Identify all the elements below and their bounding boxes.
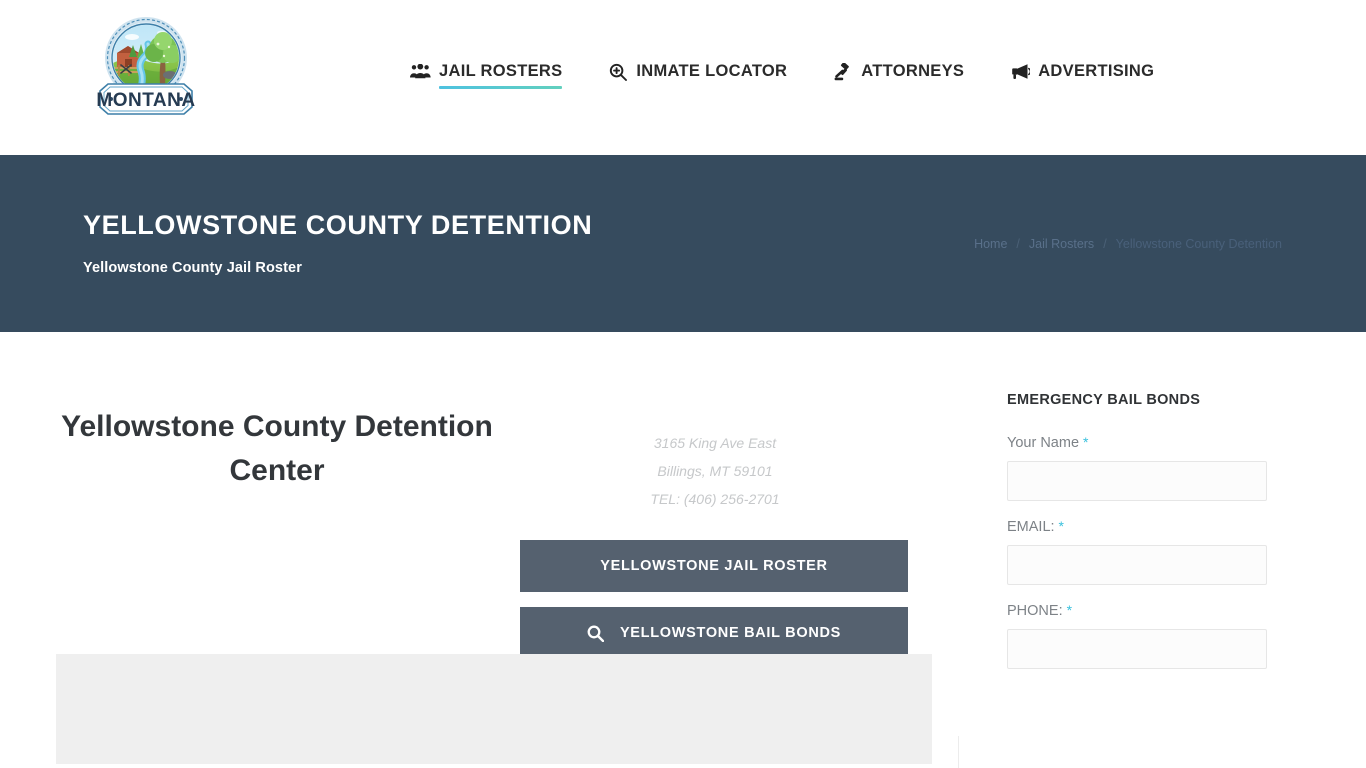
- jail-roster-button-label: YELLOWSTONE JAIL ROSTER: [600, 558, 828, 574]
- breadcrumb-separator: /: [1016, 237, 1020, 251]
- required-marker: *: [1083, 434, 1089, 450]
- your-name-label-text: Your Name: [1007, 435, 1080, 451]
- nav-label-attorneys: ATTORNEYS: [861, 62, 965, 80]
- breadcrumb-separator: /: [1103, 237, 1107, 251]
- phone-input[interactable]: [1007, 629, 1267, 669]
- your-name-input[interactable]: [1007, 461, 1267, 501]
- sidebar-divider: [958, 736, 959, 768]
- email-label-text: EMAIL:: [1007, 519, 1055, 535]
- page-banner: YELLOWSTONE COUNTY DETENTION Yellowstone…: [0, 155, 1366, 332]
- bail-bonds-button-label: YELLOWSTONE BAIL BONDS: [619, 625, 842, 641]
- email-label: EMAIL: *: [1007, 518, 1269, 535]
- required-marker: *: [1058, 518, 1064, 534]
- nav-label-inmate-locator: INMATE LOCATOR: [636, 62, 788, 80]
- content-placeholder-panel: [56, 654, 932, 764]
- field-group-your-name: Your Name *: [1007, 434, 1269, 501]
- field-group-phone: PHONE: *: [1007, 602, 1269, 669]
- emergency-bail-bonds-sidebar: EMERGENCY BAIL BONDS Your Name * EMAIL: * …: [1007, 392, 1269, 686]
- field-group-email: EMAIL: *: [1007, 518, 1269, 585]
- action-button-group: YELLOWSTONE JAIL ROSTER YELLOWSTONE BAIL…: [520, 540, 908, 659]
- address-phone: TEL: (406) 256-2701: [650, 491, 780, 507]
- nav-item-jail-rosters[interactable]: JAIL ROSTERS: [410, 62, 563, 91]
- page-title: YELLOWSTONE COUNTY DETENTION: [83, 210, 593, 240]
- bullhorn-icon: [1009, 63, 1030, 81]
- site-header: MONTANA JAIL ROSTERS INMATE LOCATOR ATTO…: [0, 0, 1366, 155]
- page-subtitle: Yellowstone County Jail Roster: [83, 260, 302, 276]
- phone-label-text: PHONE:: [1007, 603, 1063, 619]
- phone-label: PHONE: *: [1007, 602, 1269, 619]
- breadcrumb-current: Yellowstone County Detention: [1115, 237, 1282, 251]
- search-icon: [587, 625, 604, 642]
- breadcrumb: Home / Jail Rosters / Yellowstone County…: [974, 237, 1282, 251]
- bail-bonds-button[interactable]: YELLOWSTONE BAIL BONDS: [520, 607, 908, 659]
- gavel-icon: [832, 62, 853, 81]
- nav-label-advertising: ADVERTISING: [1038, 62, 1155, 80]
- users-group-icon: [410, 63, 431, 81]
- breadcrumb-home[interactable]: Home: [974, 237, 1007, 251]
- nav-item-advertising[interactable]: ADVERTISING: [1009, 62, 1154, 91]
- sidebar-heading: EMERGENCY BAIL BONDS: [1007, 392, 1201, 408]
- main-navigation: JAIL ROSTERS INMATE LOCATOR ATTORNEYS AD…: [410, 62, 1154, 91]
- svg-text:MONTANA: MONTANA: [96, 90, 195, 111]
- nav-label-jail-rosters: JAIL ROSTERS: [439, 62, 563, 89]
- jail-roster-button[interactable]: YELLOWSTONE JAIL ROSTER: [520, 540, 908, 592]
- facility-title: Yellowstone County Detention Center: [61, 410, 493, 487]
- facility-address: 3165 King Ave East Billings, MT 59101 TE…: [520, 429, 910, 513]
- email-input[interactable]: [1007, 545, 1267, 585]
- breadcrumb-jail-rosters[interactable]: Jail Rosters: [1029, 237, 1094, 251]
- required-marker: *: [1066, 602, 1073, 618]
- site-logo[interactable]: MONTANA: [84, 13, 208, 119]
- nav-item-inmate-locator[interactable]: INMATE LOCATOR: [607, 62, 787, 91]
- search-plus-icon: [607, 63, 628, 81]
- address-street: 3165 King Ave East: [653, 435, 777, 451]
- montana-badge-logo: MONTANA: [96, 17, 195, 115]
- your-name-label: Your Name *: [1007, 434, 1269, 451]
- address-city-state-zip: Billings, MT 59101: [657, 463, 773, 479]
- main-content: Yellowstone County Detention Center 3165…: [0, 332, 1366, 768]
- nav-item-attorneys[interactable]: ATTORNEYS: [832, 62, 964, 91]
